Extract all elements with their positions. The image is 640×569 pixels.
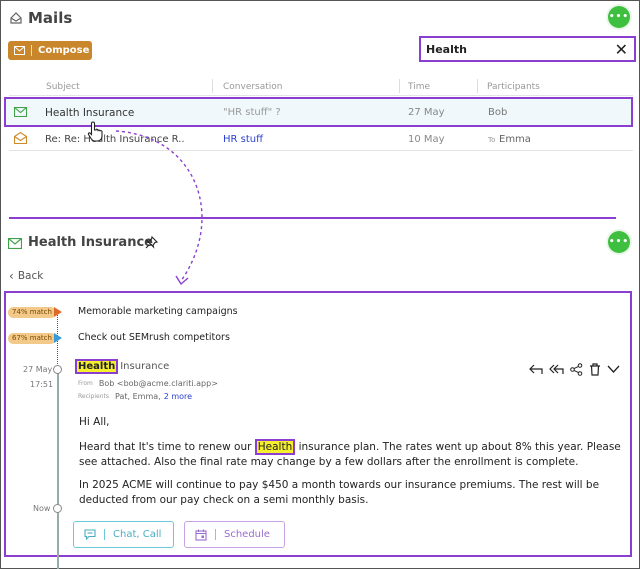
row-time: 10 May: [408, 134, 445, 145]
reply-icon[interactable]: [529, 364, 543, 375]
back-button[interactable]: ‹ Back: [9, 269, 43, 283]
clear-search-icon[interactable]: ✕: [615, 40, 628, 59]
column-divider: [212, 79, 213, 93]
recipients-label: Recipients: [78, 393, 110, 400]
email-time: 17:51: [30, 380, 54, 389]
column-conversation[interactable]: Conversation: [223, 82, 283, 92]
search-highlight: Health: [75, 359, 119, 374]
now-label: Now: [33, 504, 51, 513]
share-icon[interactable]: [570, 363, 583, 376]
row-participants: Bob: [488, 107, 508, 118]
recipients-value: Pat, Emma,: [115, 392, 161, 401]
email-actions: [529, 363, 620, 376]
mail-app-icon: [9, 11, 23, 25]
row-conversation: "HR stuff" ?: [223, 107, 281, 118]
header-divider: [9, 95, 633, 96]
section-divider: [9, 217, 616, 219]
timeline-node: [53, 504, 62, 513]
page-title: Mails: [28, 9, 73, 27]
email-date: 27 May: [23, 365, 53, 374]
recipients-more-link[interactable]: 2 more: [164, 392, 192, 401]
from-label: From: [78, 380, 93, 387]
schedule-button[interactable]: Schedule: [184, 521, 285, 548]
tag-icon: [54, 307, 62, 317]
compose-separator: [31, 45, 32, 56]
calendar-icon: [195, 529, 207, 541]
search-highlight: Health: [254, 439, 296, 455]
match-badge: 74% match: [8, 307, 56, 318]
schedule-label: Schedule: [224, 529, 270, 540]
email-subject: Health Insurance: [75, 359, 169, 374]
column-subject[interactable]: Subject: [46, 82, 80, 92]
thread-item-subject[interactable]: Check out SEMrush competitors: [78, 332, 230, 343]
compose-icon: [14, 46, 25, 55]
search-value: Health: [426, 42, 467, 56]
match-badge: 67% match: [8, 333, 56, 344]
back-label: Back: [17, 270, 44, 282]
detail-title: Health Insurance: [28, 235, 153, 250]
tag-icon: [54, 333, 62, 343]
email-subject-rest: Insurance: [120, 361, 170, 372]
timeline-line-solid: [57, 369, 59, 569]
mail-icon: [8, 238, 22, 249]
from-value: Bob <bob@acme.clariti.app>: [98, 379, 218, 388]
email-from: From Bob <bob@acme.clariti.app>: [78, 379, 218, 388]
chat-icon: [84, 529, 96, 540]
email-paragraph: Heard that It's time to renew our Health…: [79, 439, 624, 470]
timeline-node: [53, 365, 62, 374]
row-conversation[interactable]: HR stuff: [223, 134, 263, 145]
chat-bubble-icon[interactable]: •••: [608, 6, 630, 28]
column-divider: [399, 79, 400, 93]
mail-open-icon: [14, 132, 27, 144]
search-input[interactable]: Health ✕: [419, 36, 636, 62]
thread-item-subject[interactable]: Memorable marketing campaigns: [78, 306, 238, 317]
chat-bubble-icon[interactable]: •••: [608, 231, 630, 253]
chat-call-label: Chat, Call: [113, 529, 162, 540]
column-participants[interactable]: Participants: [487, 82, 540, 92]
reply-all-icon[interactable]: [549, 364, 564, 375]
pin-icon[interactable]: [145, 236, 158, 249]
mail-icon: [14, 107, 27, 117]
button-separator: [104, 529, 105, 540]
chevron-down-icon[interactable]: [607, 365, 620, 374]
email-paragraph: In 2025 ACME will continue to pay $450 a…: [79, 479, 600, 506]
row-subject: Health Insurance: [45, 107, 135, 119]
email-greeting: Hi All,: [79, 416, 110, 428]
row-to-prefix: To: [488, 136, 496, 144]
email-recipients: Recipients Pat, Emma, 2 more: [78, 392, 192, 401]
chevron-left-icon: ‹: [9, 269, 14, 283]
column-time[interactable]: Time: [408, 82, 430, 92]
trash-icon[interactable]: [589, 363, 601, 376]
column-divider: [477, 79, 478, 93]
connector-arrow: [115, 130, 203, 286]
button-separator: [215, 529, 216, 540]
row-time: 27 May: [408, 107, 445, 118]
chat-call-button[interactable]: Chat, Call: [73, 521, 174, 548]
row-participants: Emma: [499, 134, 531, 145]
compose-label: Compose: [38, 45, 90, 56]
compose-button[interactable]: Compose: [8, 41, 92, 60]
email-paragraph-start: Heard that It's time to renew our: [79, 441, 252, 453]
